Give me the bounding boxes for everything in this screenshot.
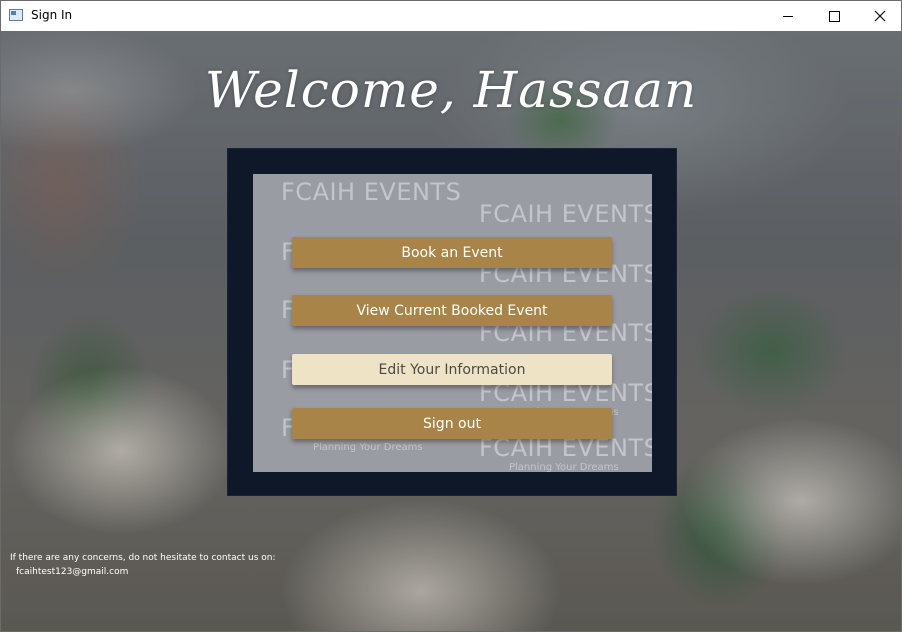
book-event-button[interactable]: Book an Event (292, 237, 612, 268)
app-icon (9, 9, 23, 21)
watermark-brand: FCAIH EVENTS (479, 200, 652, 228)
minimize-icon (783, 15, 793, 17)
view-booked-event-button[interactable]: View Current Booked Event (292, 295, 612, 326)
contact-text: If there are any concerns, do not hesita… (10, 553, 276, 563)
title-bar[interactable]: Sign In (1, 1, 901, 31)
watermark-brand: FCAIH EVENTS (281, 178, 462, 206)
contact-email[interactable]: fcaihtest123@gmail.com (10, 565, 276, 579)
sign-out-button[interactable]: Sign out (292, 408, 612, 439)
close-icon (874, 10, 886, 22)
maximize-button[interactable] (811, 1, 857, 31)
watermark-tagline: Planning Your Dreams (313, 442, 423, 453)
minimize-button[interactable] (765, 1, 811, 31)
watermark-tagline: Planning Your Dreams (509, 462, 619, 472)
sign-in-window: Sign In Welcome, Hassaan FCAIH EVENTS FC… (0, 0, 902, 632)
close-button[interactable] (857, 1, 901, 31)
welcome-heading: Welcome, Hassaan (204, 61, 698, 119)
window-title: Sign In (31, 8, 73, 22)
edit-information-button[interactable]: Edit Your Information (292, 354, 612, 385)
contact-info: If there are any concerns, do not hesita… (10, 551, 276, 579)
maximize-icon (828, 10, 840, 22)
